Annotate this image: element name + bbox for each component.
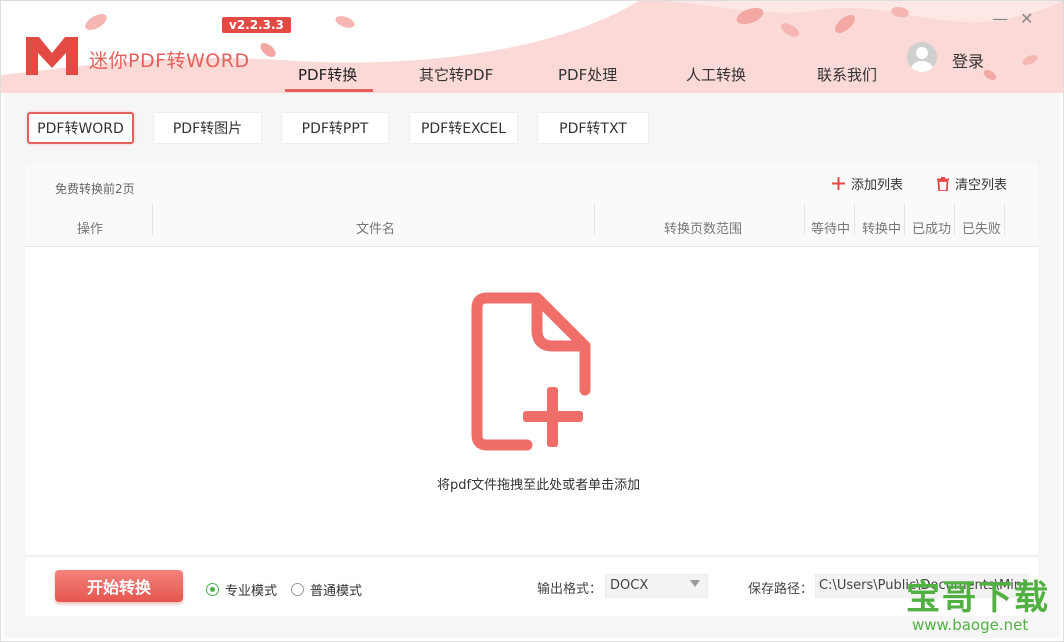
start-convert-button[interactable]: 开始转换 <box>55 570 183 602</box>
close-icon[interactable]: ✕ <box>1020 10 1033 28</box>
column-divider <box>1004 203 1005 235</box>
radio-pro-mode-label: 专业模式 <box>225 584 278 599</box>
nav-manual-convert[interactable]: 人工转换 <box>686 64 746 85</box>
nav-contact[interactable]: 联系我们 <box>817 64 877 85</box>
login-link[interactable]: 登录 <box>952 48 984 72</box>
column-converting: 转换中 <box>862 222 902 237</box>
output-format-label: 输出格式： <box>537 582 603 597</box>
column-waiting: 等待中 <box>811 222 851 237</box>
clear-list-label: 清空列表 <box>955 178 1008 193</box>
column-page-range: 转换页数范围 <box>664 222 743 237</box>
nav-pdf-process[interactable]: PDF处理 <box>558 64 617 85</box>
add-file-icon[interactable] <box>465 290 597 452</box>
plus-icon <box>832 177 845 190</box>
free-note: 免费转换前2页 <box>55 182 135 196</box>
column-success: 已成功 <box>912 222 952 237</box>
dropdown-arrow-icon[interactable] <box>690 580 700 587</box>
nav-active-indicator <box>285 89 373 92</box>
clear-list-button[interactable]: 清空列表 <box>937 174 1007 193</box>
save-path-label: 保存路径： <box>748 582 814 597</box>
app-title: 迷你PDF转WORD <box>89 50 250 72</box>
column-divider <box>594 203 595 235</box>
subtab-pdf-to-ppt[interactable]: PDF转PPT <box>281 112 389 144</box>
column-divider <box>804 203 805 235</box>
watermark: 宝哥下载 www.baoge.net <box>906 580 1050 634</box>
column-divider <box>904 203 905 235</box>
column-divider <box>854 203 855 235</box>
radio-pro-mode-indicator <box>206 583 219 596</box>
version-badge: v2.2.3.3 <box>222 17 291 33</box>
column-filename: 文件名 <box>356 222 396 237</box>
column-divider <box>152 203 153 235</box>
subtab-pdf-to-image[interactable]: PDF转图片 <box>153 112 262 144</box>
logo-m-icon <box>26 37 78 75</box>
radio-normal-mode-label: 普通模式 <box>310 584 363 599</box>
add-list-label: 添加列表 <box>851 178 904 193</box>
column-divider <box>954 203 955 235</box>
radio-normal-mode[interactable]: 普通模式 <box>291 580 362 599</box>
subtab-pdf-to-word[interactable]: PDF转WORD <box>27 112 134 144</box>
subtab-pdf-to-txt[interactable]: PDF转TXT <box>537 112 649 144</box>
watermark-text: 宝哥下载 <box>906 578 1050 618</box>
minimize-icon[interactable]: — <box>992 10 1008 28</box>
radio-normal-mode-indicator <box>291 583 304 596</box>
subtab-pdf-to-excel[interactable]: PDF转EXCEL <box>409 112 518 144</box>
trash-icon <box>937 176 949 191</box>
column-action: 操作 <box>77 222 104 237</box>
watermark-url: www.baoge.net <box>912 616 1029 634</box>
nav-other-to-pdf[interactable]: 其它转PDF <box>419 64 493 85</box>
radio-pro-mode[interactable]: 专业模式 <box>206 580 277 599</box>
drop-hint-text[interactable]: 将pdf文件拖拽至此处或者单击添加 <box>437 474 640 493</box>
avatar-icon[interactable] <box>907 42 937 72</box>
column-failed: 已失败 <box>962 222 1002 237</box>
add-list-button[interactable]: 添加列表 <box>832 174 903 193</box>
nav-pdf-convert[interactable]: PDF转换 <box>298 64 357 85</box>
